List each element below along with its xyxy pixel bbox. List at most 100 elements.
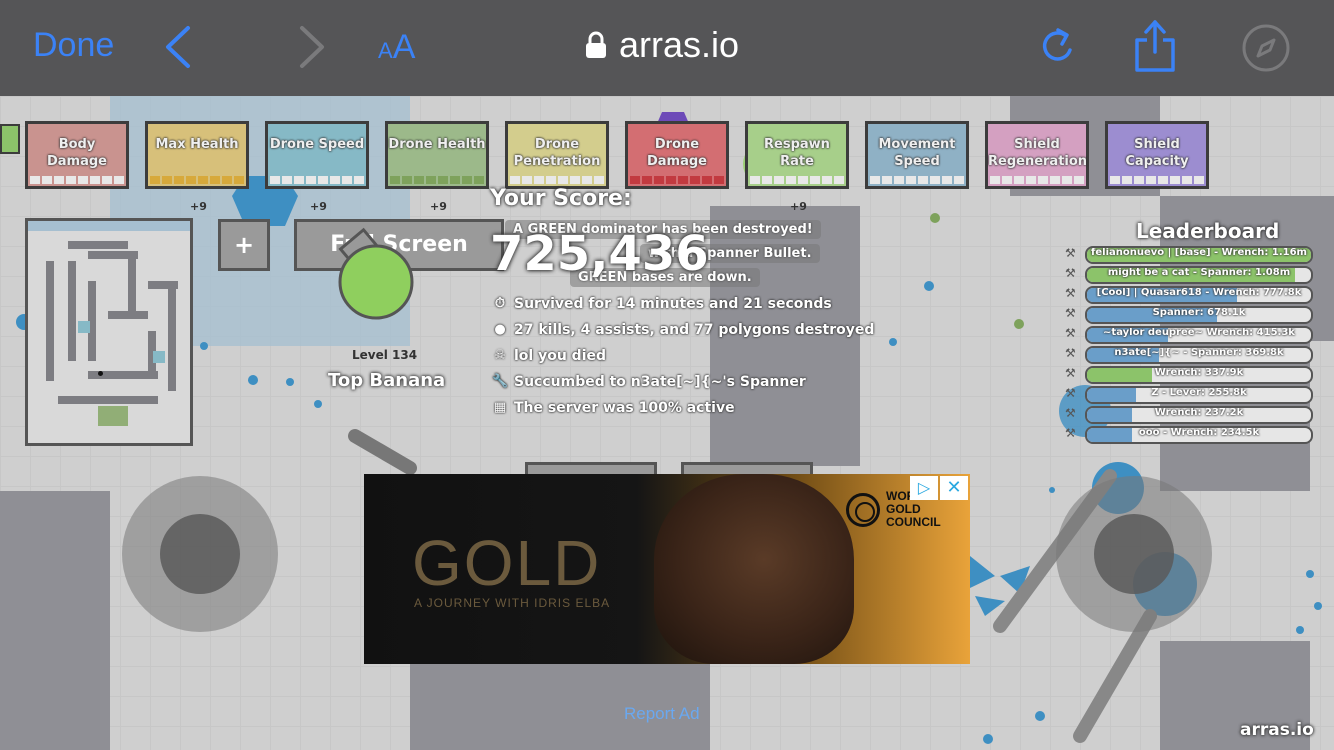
leaderboard-entry-text: Wrench: 337.9k: [1154, 367, 1244, 378]
upgrade-button[interactable]: Movement Speed: [865, 121, 969, 189]
upgrade-level-pips: [868, 176, 966, 186]
score-title: Your Score:: [490, 186, 632, 211]
upgrade-button[interactable]: Shield Capacity: [1105, 121, 1209, 189]
leaderboard-row: Wrench: 237.2k: [1085, 406, 1313, 424]
death-stat-row: ⏱ Survived for 14 minutes and 21 seconds: [492, 296, 832, 312]
upgrade-button[interactable]: Max Health: [145, 121, 249, 189]
wrench-icon: ⚒: [1065, 346, 1076, 360]
ad-headline: GOLD: [412, 527, 602, 599]
player-marker: [98, 371, 103, 376]
server-icon: ▦: [493, 400, 507, 415]
leaderboard-entry-text: n3ate[~]{~ - Spanner: 369.8k: [1114, 347, 1284, 358]
upgrade-level-pips: [388, 176, 486, 186]
upgrade-level-pips: [148, 176, 246, 186]
death-stat-text: Survived for 14 minutes and 21 seconds: [514, 296, 832, 312]
upgrade-label: Movement Speed: [878, 137, 956, 169]
leaderboard-row: Z - Lever: 255.8k: [1085, 386, 1313, 404]
text-size-large-glyph: A: [392, 28, 416, 66]
move-joystick-knob[interactable]: [160, 514, 240, 594]
back-chevron-icon[interactable]: [160, 24, 194, 74]
plus-button[interactable]: +: [218, 219, 270, 271]
share-icon[interactable]: [1132, 18, 1178, 78]
upgrade-bonus-label: +9: [310, 200, 327, 213]
address-bar[interactable]: arras.io: [585, 24, 739, 66]
upgrade-toggle-button[interactable]: [0, 124, 20, 154]
death-stat-text: The server was 100% active: [514, 400, 735, 416]
wrench-icon: ⚒: [1065, 286, 1076, 300]
compass-icon[interactable]: [1240, 22, 1292, 78]
report-ad-link[interactable]: Report Ad: [624, 704, 700, 724]
upgrade-label: Shield Capacity: [1125, 137, 1189, 169]
wrench-icon: ⚒: [1065, 406, 1076, 420]
leaderboard-entry-text: ooo - Wrench: 234.5k: [1138, 427, 1260, 438]
death-stat-text: 27 kills, 4 assists, and 77 polygons des…: [514, 322, 875, 338]
brand-ring-icon: [846, 492, 880, 527]
upgrade-label: Body Damage: [46, 137, 107, 169]
upgrade-button[interactable]: Drone Damage: [625, 121, 729, 189]
lock-icon: [586, 31, 606, 58]
leaderboard-entry-text: Wrench: 237.2k: [1154, 407, 1244, 418]
death-stat-row: ▦ The server was 100% active: [492, 400, 735, 416]
upgrade-label: Drone Penetration: [513, 137, 601, 169]
upgrade-button[interactable]: Shield Regeneration: [985, 121, 1089, 189]
leaderboard-entry-text: [Cool] | Quasar618 - Wrench: 777.8k: [1096, 287, 1302, 298]
move-joystick[interactable]: [122, 476, 278, 632]
death-stat-row: ☠ lol you died: [492, 348, 606, 364]
ad-close-icon[interactable]: ✕: [940, 476, 968, 500]
leaderboard-title: Leaderboard: [1136, 219, 1280, 243]
leaderboard-entry-text: felianonuevo | [base] - Wrench: 1.16m: [1091, 247, 1307, 258]
upgrade-button[interactable]: Drone Speed: [265, 121, 369, 189]
upgrade-level-pips: [628, 176, 726, 186]
reload-icon[interactable]: [1036, 24, 1080, 74]
player-name: Top Banana: [328, 370, 446, 391]
aim-joystick-knob[interactable]: [1094, 514, 1174, 594]
upgrade-label: Drone Health: [388, 137, 486, 152]
wrench-icon: ⚒: [1065, 366, 1076, 380]
skull-icon: ☠: [494, 348, 506, 363]
upgrade-button[interactable]: Respawn Rate: [745, 121, 849, 189]
ad-choices-icon[interactable]: ▷: [910, 476, 938, 500]
wrench-icon: ⚒: [1065, 306, 1076, 320]
advertisement-banner[interactable]: GOLD A JOURNEY WITH IDRIS ELBA WORLD GOL…: [364, 474, 970, 664]
death-stat-row: 🔧 Succumbed to n3ate[~]{~'s Spanner: [492, 374, 806, 390]
forward-chevron-icon[interactable]: [296, 24, 330, 74]
brand-line: COUNCIL: [886, 515, 941, 529]
text-size-small-glyph: A: [378, 38, 393, 63]
player-tank: [338, 227, 414, 320]
upgrade-label: Respawn Rate: [764, 137, 830, 169]
leaderboard-row: Wrench: 337.9k: [1085, 366, 1313, 384]
upgrade-button[interactable]: Drone Health: [385, 121, 489, 189]
wrench-icon: ⚒: [1065, 326, 1076, 340]
bomb-icon: ●: [494, 322, 506, 337]
wrench-icon: ⚒: [1065, 386, 1076, 400]
leaderboard-row: n3ate[~]{~ - Spanner: 369.8k: [1085, 346, 1313, 364]
leaderboard-row: might be a cat - Spanner: 1.08m: [1085, 266, 1313, 284]
upgrade-level-pips: [28, 176, 126, 186]
death-stat-text: Succumbed to n3ate[~]{~'s Spanner: [514, 374, 806, 390]
clock-icon: ⏱: [494, 296, 506, 311]
leaderboard-row: [Cool] | Quasar618 - Wrench: 777.8k: [1085, 286, 1313, 304]
text-size-button[interactable]: AA: [378, 28, 415, 67]
wrench-icon: ⚒: [1065, 246, 1076, 260]
leaderboard-row: ooo - Wrench: 234.5k: [1085, 426, 1313, 444]
leaderboard-entry-text: ~taylor deupree~ Wrench: 415.3k: [1103, 327, 1295, 338]
player-level: Level 134: [352, 348, 418, 362]
wrench-icon: ⚒: [1065, 426, 1076, 440]
game-watermark: arras.io: [1240, 720, 1314, 740]
upgrade-level-pips: [988, 176, 1086, 186]
upgrade-button[interactable]: Body Damage: [25, 121, 129, 189]
upgrade-level-pips: [508, 176, 606, 186]
leaderboard-entry-text: might be a cat - Spanner: 1.08m: [1107, 267, 1291, 278]
wrench-icon: 🔧: [492, 374, 509, 389]
upgrade-level-pips: [748, 176, 846, 186]
leaderboard-entry-text: Z - Lever: 255.8k: [1151, 387, 1247, 398]
upgrade-level-pips: [1108, 176, 1206, 186]
death-stat-text: lol you died: [514, 348, 607, 364]
upgrade-button[interactable]: Drone Penetration: [505, 121, 609, 189]
score-value: 725,436: [490, 226, 709, 282]
minimap: [25, 218, 193, 446]
done-button[interactable]: Done: [33, 26, 114, 65]
aim-joystick[interactable]: [1056, 476, 1212, 632]
upgrade-label: Max Health: [155, 137, 239, 152]
leaderboard-row: Spanner: 678.1k: [1085, 306, 1313, 324]
